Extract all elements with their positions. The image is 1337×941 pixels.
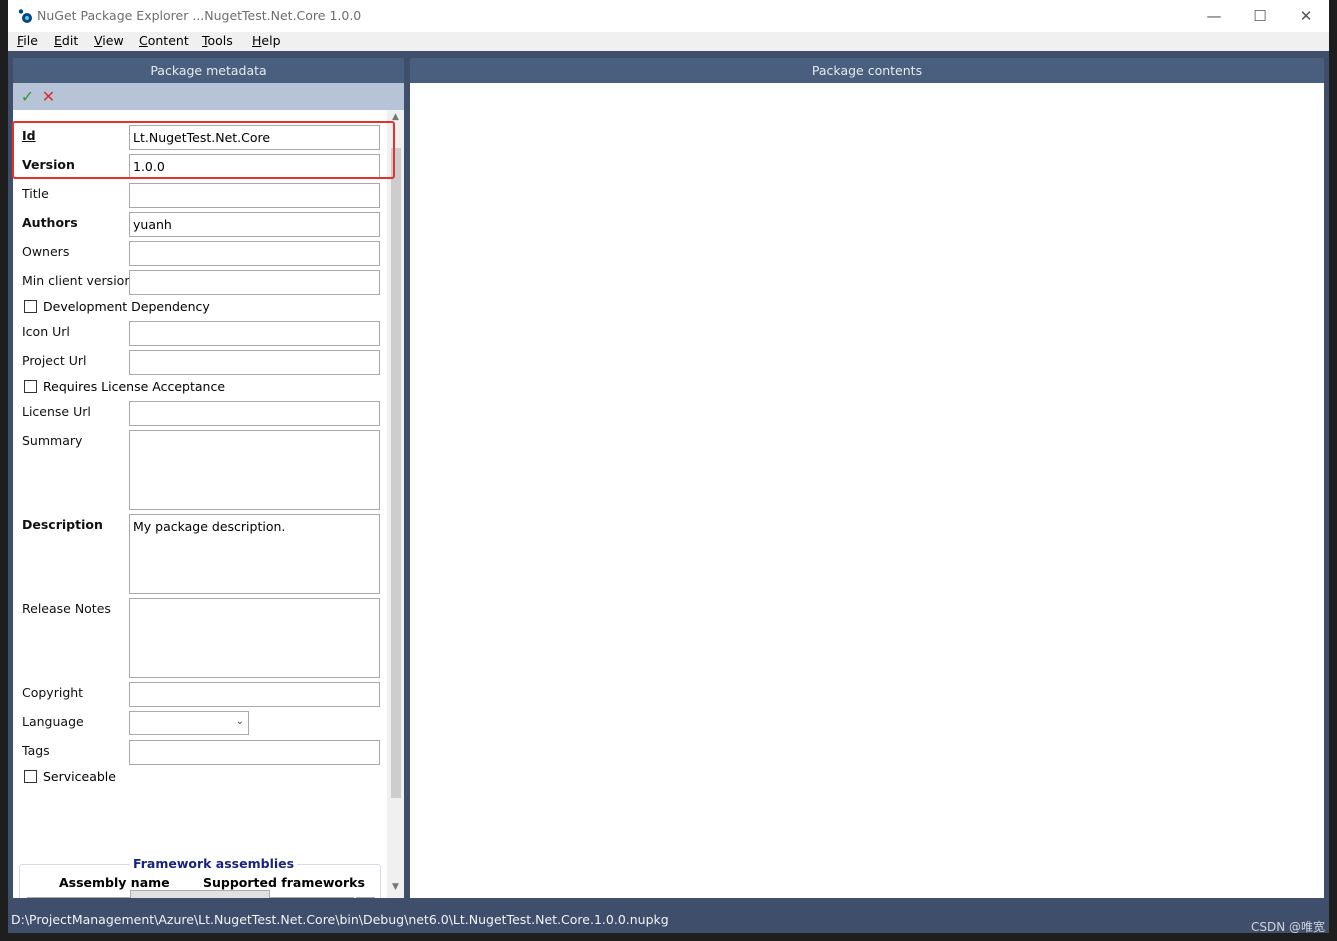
framework-assemblies-title: Framework assemblies bbox=[130, 856, 298, 871]
window-title: NuGet Package Explorer ...NugetTest.Net.… bbox=[37, 8, 362, 23]
release-notes-label: Release Notes bbox=[22, 601, 111, 616]
tags-field[interactable] bbox=[129, 740, 380, 765]
copyright-label: Copyright bbox=[22, 685, 84, 700]
id-label: Id bbox=[22, 128, 36, 143]
edit-dependencies-button[interactable] bbox=[130, 890, 270, 898]
scroll-up-icon[interactable]: ▲ bbox=[389, 112, 402, 122]
description-field[interactable]: My package description. bbox=[129, 514, 380, 594]
package-metadata-header: Package metadata bbox=[13, 58, 404, 83]
scroll-down-icon[interactable]: ▼ bbox=[389, 882, 402, 892]
summary-field[interactable] bbox=[129, 430, 380, 510]
requires-license-checkbox[interactable] bbox=[24, 380, 37, 393]
authors-label: Authors bbox=[22, 215, 78, 230]
menu-tools[interactable]: Tools bbox=[202, 33, 233, 48]
license-url-field[interactable] bbox=[129, 401, 380, 426]
min-client-version-label: Min client version bbox=[22, 273, 133, 288]
title-bar: NuGet Package Explorer ...NugetTest.Net.… bbox=[8, 0, 1329, 32]
x-icon[interactable]: ✕ bbox=[40, 88, 57, 105]
metadata-scrollbar[interactable]: ▲ ▼ bbox=[387, 110, 404, 898]
owners-field[interactable] bbox=[129, 241, 380, 266]
metadata-toolbar: ✓ ✕ bbox=[13, 83, 404, 110]
version-label: Version bbox=[22, 157, 75, 172]
minimize-button[interactable]: — bbox=[1191, 0, 1237, 32]
app-window: NuGet Package Explorer ...NugetTest.Net.… bbox=[8, 0, 1329, 933]
project-url-label: Project Url bbox=[22, 353, 87, 368]
maximize-button[interactable]: ☐ bbox=[1237, 0, 1283, 32]
summary-label: Summary bbox=[22, 433, 83, 448]
metadata-form: Id Lt.NugetTest.Net.Core Version 1.0.0 T… bbox=[13, 110, 383, 898]
authors-field[interactable]: yuanh bbox=[129, 212, 380, 237]
assembly-name-header: Assembly name bbox=[59, 875, 170, 890]
serviceable-checkbox[interactable] bbox=[24, 770, 37, 783]
release-notes-field[interactable] bbox=[129, 598, 380, 678]
version-field[interactable]: 1.0.0 bbox=[129, 154, 380, 179]
menu-file[interactable]: File bbox=[17, 33, 38, 48]
development-dependency-label: Development Dependency bbox=[43, 299, 210, 314]
title-field[interactable] bbox=[129, 183, 380, 208]
add-assembly-button[interactable]: + bbox=[356, 897, 375, 898]
serviceable-label: Serviceable bbox=[43, 769, 116, 784]
license-url-label: License Url bbox=[22, 404, 91, 419]
package-contents-header: Package contents bbox=[410, 58, 1324, 83]
supported-frameworks-header: Supported frameworks bbox=[203, 875, 365, 890]
package-metadata-panel: Package metadata ✓ ✕ Id Lt.NugetTest.Net… bbox=[13, 58, 404, 898]
copyright-field[interactable] bbox=[129, 682, 380, 707]
icon-url-label: Icon Url bbox=[22, 324, 70, 339]
tags-label: Tags bbox=[22, 743, 50, 758]
status-bar: D:\ProjectManagement\Azure\Lt.NugetTest.… bbox=[8, 907, 1329, 933]
language-dropdown[interactable]: ⌄ bbox=[129, 711, 249, 735]
development-dependency-row[interactable]: Development Dependency bbox=[24, 299, 210, 314]
serviceable-row[interactable]: Serviceable bbox=[24, 769, 116, 784]
watermark: CSDN @唯宽 bbox=[1250, 920, 1325, 934]
language-label: Language bbox=[22, 714, 84, 729]
menu-help[interactable]: Help bbox=[252, 33, 281, 48]
min-client-version-field[interactable] bbox=[129, 270, 380, 295]
chevron-down-icon: ⌄ bbox=[235, 716, 244, 727]
description-label: Description bbox=[22, 517, 103, 532]
package-contents-panel: Package contents bbox=[410, 58, 1324, 898]
requires-license-row[interactable]: Requires License Acceptance bbox=[24, 379, 225, 394]
scrollbar-thumb[interactable] bbox=[391, 148, 401, 798]
nuget-app-icon bbox=[17, 8, 33, 24]
menu-view[interactable]: View bbox=[94, 33, 124, 48]
development-dependency-checkbox[interactable] bbox=[24, 300, 37, 313]
project-url-field[interactable] bbox=[129, 350, 380, 375]
requires-license-label: Requires License Acceptance bbox=[43, 379, 226, 394]
package-path: D:\ProjectManagement\Azure\Lt.NugetTest.… bbox=[11, 912, 669, 927]
icon-url-field[interactable] bbox=[129, 321, 380, 346]
menu-content[interactable]: Content bbox=[139, 33, 189, 48]
owners-label: Owners bbox=[22, 244, 70, 259]
check-icon[interactable]: ✓ bbox=[19, 88, 36, 105]
title-label: Title bbox=[22, 186, 49, 201]
menu-edit[interactable]: Edit bbox=[54, 33, 78, 48]
id-field[interactable]: Lt.NugetTest.Net.Core bbox=[129, 125, 380, 150]
close-button[interactable]: ✕ bbox=[1283, 0, 1329, 32]
menu-bar: File Edit View Content Tools Help bbox=[8, 32, 1329, 51]
